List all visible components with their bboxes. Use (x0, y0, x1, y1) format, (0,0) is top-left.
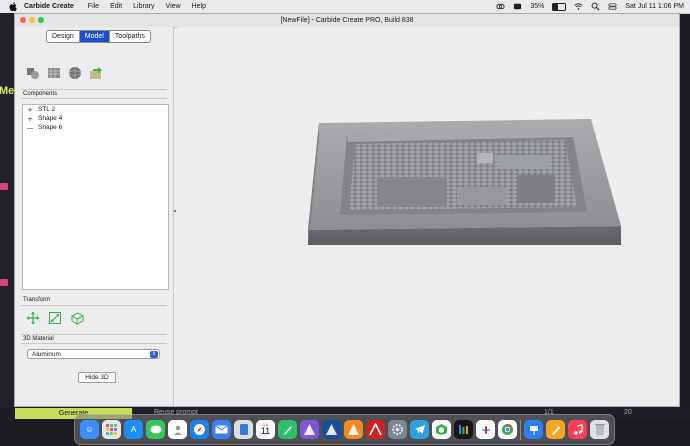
material-select[interactable]: Aluminum ⇕ (27, 349, 160, 359)
finder-icon[interactable]: ☺ (80, 420, 99, 439)
app-store-icon[interactable]: A (124, 420, 143, 439)
menu-library[interactable]: Library (133, 3, 154, 10)
calendar-day: 11 (260, 426, 271, 436)
zoom-icon[interactable] (38, 17, 44, 23)
component-label: Shape 4 (38, 115, 63, 122)
rotate-box-icon[interactable] (70, 311, 84, 325)
component-label: Shape 6 (38, 124, 63, 131)
section-divider (21, 305, 167, 306)
shape-tool-icon[interactable] (26, 66, 40, 80)
chevron-updown-icon: ⇕ (150, 351, 158, 358)
material-value: Aluminum (32, 350, 61, 358)
menu-app-name[interactable]: Carbide Create (24, 3, 74, 10)
search-icon[interactable] (591, 2, 600, 11)
relief-detail (457, 187, 507, 205)
chrome-icon[interactable] (498, 420, 517, 439)
affinity-photo-icon[interactable] (322, 420, 341, 439)
window-title: [NewFile] - Carbide Create PRO, Build 83… (280, 17, 414, 24)
tab-design[interactable]: Design (47, 31, 80, 42)
sphere-tool-icon[interactable] (68, 66, 82, 80)
telegram-icon[interactable] (410, 420, 429, 439)
component-type-icon: — (26, 123, 34, 132)
slack-icon[interactable] (476, 420, 495, 439)
affinity-publisher-icon[interactable] (344, 420, 363, 439)
keynote-icon[interactable] (524, 420, 543, 439)
section-divider (21, 98, 167, 99)
section-divider (21, 343, 167, 344)
badge-icon (0, 183, 8, 190)
relief-detail (497, 155, 551, 169)
splitter-handle[interactable] (174, 210, 176, 212)
components-heading: Components (23, 91, 58, 97)
window-controls (20, 17, 47, 23)
app-window: [NewFile] - Carbide Create PRO, Build 83… (14, 13, 680, 407)
menu-view[interactable]: View (166, 3, 181, 10)
title-bar[interactable]: [NewFile] - Carbide Create PRO, Build 83… (15, 14, 679, 28)
safari-icon[interactable] (190, 420, 209, 439)
system-preferences-icon[interactable] (388, 420, 407, 439)
close-icon[interactable] (20, 17, 26, 23)
launchpad-icon[interactable] (102, 420, 121, 439)
battery-icon[interactable] (552, 2, 567, 11)
component-type-icon: + (27, 114, 33, 123)
trash-icon[interactable] (590, 420, 609, 439)
left-panel: Design Model Toolpaths Components + STL … (15, 27, 174, 406)
hard-drive-icon[interactable] (234, 420, 253, 439)
transform-heading: Transform (23, 297, 51, 303)
menu-help[interactable]: Help (192, 3, 206, 10)
menu-edit[interactable]: Edit (110, 3, 122, 10)
creative-cloud-icon[interactable] (496, 2, 505, 11)
components-list[interactable]: + STL 2 + Shape 4 — Shape 6 (22, 104, 169, 290)
wifi-icon[interactable] (574, 2, 583, 11)
dock-separator (520, 419, 521, 440)
component-type-icon: + (27, 105, 33, 114)
affinity-designer-icon[interactable] (300, 420, 319, 439)
apple-icon[interactable] (8, 2, 18, 12)
material-heading: 3D Material (23, 336, 54, 342)
component-label: STL 2 (38, 106, 56, 113)
count-value: 20 (624, 409, 632, 416)
app-icon[interactable] (366, 420, 385, 439)
app-icon[interactable] (454, 420, 473, 439)
badge-icon (0, 279, 8, 286)
contacts-icon[interactable] (168, 420, 187, 439)
section-divider (21, 334, 167, 335)
model-render (308, 119, 621, 245)
clock[interactable]: Sat Jul 11 1:06 PM (625, 3, 684, 10)
list-item[interactable]: — Shape 6 (23, 123, 168, 132)
transform-toolbar (26, 311, 92, 325)
move-icon[interactable] (26, 311, 40, 325)
model-toolbar (26, 66, 110, 80)
mode-tabs: Design Model Toolpaths (46, 30, 151, 43)
menu-bar: Carbide Create File Edit Library View He… (0, 0, 690, 14)
hide-3d-button[interactable]: Hide 3D (78, 372, 116, 383)
pages-icon[interactable] (546, 420, 565, 439)
menu-file[interactable]: File (88, 3, 99, 10)
relief-detail (477, 153, 493, 163)
media-icon[interactable] (513, 2, 522, 11)
texture-tool-icon[interactable] (47, 66, 61, 80)
battery-percent: 35% (530, 3, 545, 10)
scale-icon[interactable] (48, 311, 62, 325)
list-item[interactable]: + Shape 4 (23, 114, 168, 123)
music-icon[interactable] (568, 420, 587, 439)
dock: ☺ A JUL 11 (74, 414, 615, 445)
carbide-create-icon[interactable] (432, 420, 451, 439)
tab-toolpaths[interactable]: Toolpaths (110, 31, 150, 42)
relief-detail (517, 175, 555, 203)
minimize-icon[interactable] (29, 17, 35, 23)
relief-detail (377, 177, 447, 207)
import-stl-icon[interactable] (89, 66, 103, 80)
calendar-icon[interactable]: JUL 11 (256, 420, 275, 439)
mail-icon[interactable] (212, 420, 231, 439)
background-app-strip: Mes (0, 13, 20, 408)
notes-icon[interactable] (278, 420, 297, 439)
messages-icon[interactable] (146, 420, 165, 439)
list-item[interactable]: + STL 2 (23, 105, 168, 114)
tab-model[interactable]: Model (79, 31, 110, 42)
section-divider (21, 89, 167, 90)
3d-viewport[interactable] (177, 27, 679, 406)
control-center-icon[interactable] (608, 2, 617, 11)
